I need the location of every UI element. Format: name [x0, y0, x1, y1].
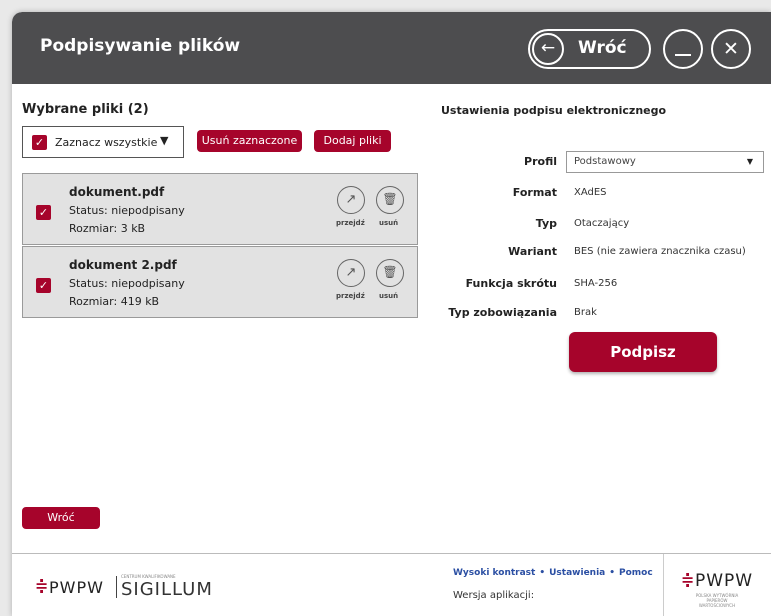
delete-file-button[interactable]: 🗑 — [376, 186, 404, 214]
files-heading: Wybrane pliki (2) — [22, 102, 149, 117]
footer-links: Wysoki kontrast • Ustawienia • Pomoc — [453, 568, 653, 578]
open-file-button[interactable]: ↗ — [337, 186, 365, 214]
title-bar: Podpisywanie plików ← Wróć ✕ — [12, 12, 771, 84]
pwpw-mark-icon: ≑ — [35, 576, 49, 595]
header-back-button[interactable]: ← Wróć — [528, 29, 651, 69]
format-label: Format — [512, 186, 557, 199]
pwpw-mark-icon: ≑ — [681, 570, 695, 589]
sign-button[interactable]: Podpisz — [569, 332, 717, 372]
arrow-left-icon: ← — [532, 33, 564, 65]
hash-function-value: SHA-256 — [574, 278, 618, 289]
caret-down-icon: ▼ — [160, 134, 169, 147]
logo-sigillum-text: SIGILLUM — [121, 579, 213, 600]
help-link[interactable]: Pomoc — [619, 568, 653, 578]
minimize-button[interactable] — [663, 29, 703, 69]
close-button[interactable]: ✕ — [711, 29, 751, 69]
open-file-label: przejdź — [336, 292, 365, 300]
delete-file-label: usuń — [379, 292, 399, 300]
footer-divider — [12, 553, 771, 554]
delete-file-label: usuń — [379, 219, 399, 227]
delete-file-button[interactable]: 🗑 — [376, 259, 404, 287]
link-separator: • — [539, 568, 546, 578]
select-all-label: Zaznacz wszystkie — [55, 136, 158, 149]
logo-pwpw-text: PWPW — [49, 578, 104, 597]
commitment-type-value: Brak — [574, 307, 597, 318]
app-version: Wersja aplikacji: — [453, 590, 535, 601]
file-size: Rozmiar: 419 kB — [69, 295, 160, 308]
logo-subtitle: POLSKA WYTWÓRNIA PAPIERÓW WARTOŚCIOWYCH — [695, 593, 739, 608]
commitment-type-label: Typ zobowiązania — [448, 306, 557, 319]
settings-link[interactable]: Ustawienia — [549, 568, 605, 578]
caret-down-icon: ▼ — [746, 157, 753, 166]
profile-value: Podstawowy — [574, 156, 636, 167]
high-contrast-link[interactable]: Wysoki kontrast — [453, 568, 535, 578]
add-files-button[interactable]: Dodaj pliki — [314, 130, 391, 152]
format-value: XAdES — [574, 187, 607, 198]
file-size: Rozmiar: 3 kB — [69, 222, 146, 235]
type-value: Otaczający — [574, 218, 630, 229]
open-file-button[interactable]: ↗ — [337, 259, 365, 287]
signature-settings-heading: Ustawienia podpisu elektronicznego — [441, 104, 667, 117]
file-item: ✓ dokument.pdf Status: niepodpisany Rozm… — [22, 173, 418, 245]
file-name: dokument 2.pdf — [69, 258, 177, 272]
arrow-up-right-icon: ↗ — [345, 265, 357, 280]
arrow-up-right-icon: ↗ — [345, 192, 357, 207]
back-button[interactable]: Wróć — [22, 507, 100, 529]
trash-icon: 🗑 — [382, 265, 398, 279]
file-item: ✓ dokument 2.pdf Status: niepodpisany Ro… — [22, 246, 418, 318]
profile-select[interactable]: Podstawowy ▼ — [566, 151, 764, 173]
close-icon: ✕ — [723, 38, 739, 60]
select-all-checkbox[interactable]: ✓ — [32, 135, 47, 150]
header-back-label: Wróć — [578, 38, 627, 58]
file-checkbox[interactable]: ✓ — [36, 278, 51, 293]
minimize-icon — [675, 54, 691, 56]
variant-label: Wariant — [508, 245, 557, 258]
file-status: Status: niepodpisany — [69, 204, 185, 217]
file-checkbox[interactable]: ✓ — [36, 205, 51, 220]
link-separator: • — [609, 568, 615, 578]
remove-selected-button[interactable]: Usuń zaznaczone — [197, 130, 302, 152]
variant-value: BES (nie zawiera znacznika czasu) — [574, 246, 746, 257]
page-title: Podpisywanie plików — [40, 36, 241, 56]
logo-pwpw-text: PWPW — [695, 571, 754, 591]
footer-separator — [663, 554, 664, 616]
type-label: Typ — [535, 217, 557, 230]
file-status: Status: niepodpisany — [69, 277, 185, 290]
profile-label: Profil — [524, 155, 557, 168]
trash-icon: 🗑 — [382, 192, 398, 206]
app-window: Podpisywanie plików ← Wróć ✕ Wybrane pli… — [12, 12, 771, 616]
select-all-dropdown[interactable]: ✓ Zaznacz wszystkie ▼ — [22, 126, 184, 158]
logo-separator — [116, 576, 117, 598]
file-name: dokument.pdf — [69, 185, 165, 199]
hash-function-label: Funkcja skrótu — [465, 277, 557, 290]
open-file-label: przejdź — [336, 219, 365, 227]
